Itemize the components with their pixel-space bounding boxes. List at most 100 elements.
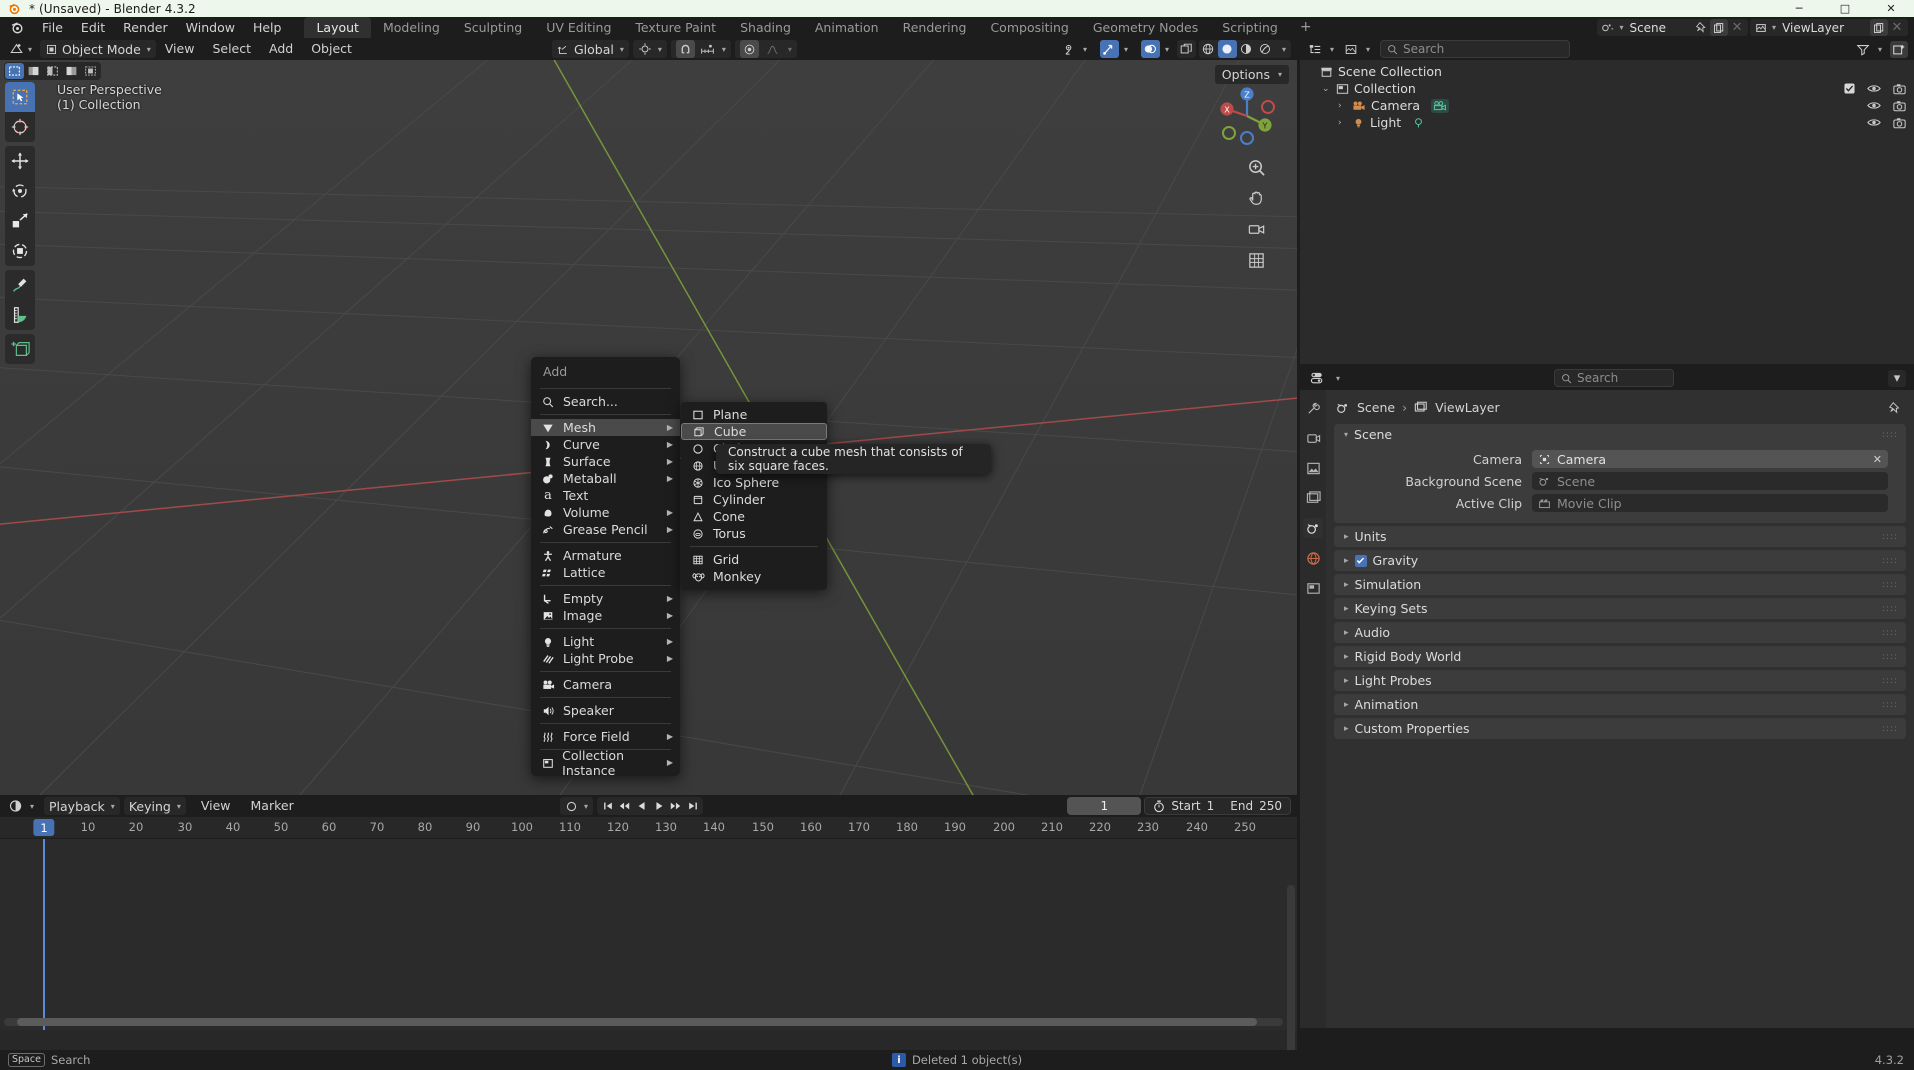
new-scene-icon[interactable] bbox=[1710, 19, 1728, 36]
add-menu-item-speaker[interactable]: Speaker bbox=[531, 702, 680, 719]
hide-in-viewport-eye-icon[interactable] bbox=[1867, 83, 1881, 94]
material-preview-shading-icon[interactable] bbox=[1237, 40, 1256, 58]
display-mode-chevron-icon[interactable]: ▾ bbox=[1366, 45, 1370, 54]
viewport-menu-object[interactable]: Object bbox=[302, 38, 361, 60]
outliner-row-collection[interactable]: ⌄ Collection bbox=[1300, 80, 1914, 97]
use-preview-range-icon[interactable] bbox=[1153, 800, 1165, 813]
add-menu-item-force-field[interactable]: Force Field ▶ bbox=[531, 728, 680, 745]
navigation-gizmo[interactable]: Z Y X bbox=[1213, 82, 1281, 150]
rigid-body-world-panel-header[interactable]: ▸ Rigid Body World :::: bbox=[1334, 646, 1906, 667]
previous-keyframe-button[interactable] bbox=[616, 797, 633, 815]
minimize-button[interactable]: ─ bbox=[1776, 0, 1822, 17]
add-menu-item-mesh[interactable]: Mesh ▶ bbox=[531, 419, 680, 436]
timeline-type-chevron-icon[interactable]: ▾ bbox=[30, 802, 34, 811]
tool-annotate[interactable] bbox=[5, 270, 35, 300]
add-menu-item-curve[interactable]: Curve ▶ bbox=[531, 436, 680, 453]
new-viewlayer-icon[interactable] bbox=[1870, 19, 1888, 36]
snap-increment-icon[interactable] bbox=[698, 40, 717, 58]
workspace-tab-uv-editing[interactable]: UV Editing bbox=[534, 17, 623, 38]
timeline-channel-area[interactable] bbox=[0, 839, 1297, 1030]
add-menu-item-lattice[interactable]: Lattice bbox=[531, 564, 680, 581]
mesh-item-plane[interactable]: Plane bbox=[681, 406, 827, 423]
scrollbar-thumb[interactable] bbox=[17, 1018, 1258, 1026]
xray-toggle-icon[interactable] bbox=[1177, 40, 1196, 58]
delete-viewlayer-icon[interactable]: ✕ bbox=[1888, 19, 1906, 36]
tab-view-layer[interactable] bbox=[1303, 488, 1323, 508]
toggle-ortho-icon[interactable] bbox=[1245, 249, 1267, 271]
delete-scene-icon[interactable]: ✕ bbox=[1728, 19, 1746, 36]
outliner-editor-type-icon[interactable] bbox=[1306, 41, 1324, 58]
breadcrumb-scene-label[interactable]: Scene bbox=[1357, 400, 1395, 415]
pivot-point-selector[interactable]: ▾ bbox=[633, 40, 667, 58]
workspace-tab-rendering[interactable]: Rendering bbox=[891, 17, 979, 38]
workspace-tab-scripting[interactable]: Scripting bbox=[1210, 17, 1290, 38]
add-menu-item-empty[interactable]: Empty ▶ bbox=[531, 590, 680, 607]
playhead-frame-label[interactable]: 1 bbox=[33, 819, 54, 836]
select-subtract-icon[interactable] bbox=[43, 63, 62, 79]
scene-browse-icon[interactable] bbox=[1599, 19, 1617, 36]
disable-in-renders-camera-icon[interactable] bbox=[1893, 100, 1906, 112]
expand-toggle[interactable]: › bbox=[1338, 118, 1347, 128]
units-panel-header[interactable]: ▸ Units :::: bbox=[1334, 526, 1906, 547]
falloff-curve-icon[interactable] bbox=[763, 40, 782, 58]
blender-app-icon[interactable] bbox=[10, 20, 25, 35]
workspace-tab-geometry-nodes[interactable]: Geometry Nodes bbox=[1081, 17, 1210, 38]
auto-keying-toggle[interactable]: ▾ bbox=[560, 797, 593, 815]
hide-in-viewport-eye-icon[interactable] bbox=[1867, 100, 1881, 111]
show-gizmo-icon[interactable] bbox=[1100, 40, 1119, 58]
add-menu-item-text[interactable]: a Text bbox=[531, 487, 680, 504]
tool-select-box[interactable] bbox=[5, 82, 35, 112]
maximize-button[interactable]: □ bbox=[1822, 0, 1868, 17]
workspace-tab-modeling[interactable]: Modeling bbox=[371, 17, 452, 38]
workspace-tab-animation[interactable]: Animation bbox=[803, 17, 891, 38]
scene-selector[interactable]: ▾ Scene ✕ bbox=[1597, 19, 1748, 36]
display-mode-icon[interactable] bbox=[1342, 41, 1360, 58]
mesh-submenu-popup[interactable]: Plane Cube Circle UV Ico Sphere bbox=[681, 402, 827, 590]
viewlayer-browse-icon[interactable] bbox=[1752, 19, 1770, 36]
tool-transform[interactable] bbox=[5, 236, 35, 266]
light-probes-panel-header[interactable]: ▸ Light Probes :::: bbox=[1334, 670, 1906, 691]
tab-scene[interactable] bbox=[1303, 518, 1323, 538]
exclude-checkbox[interactable] bbox=[1844, 83, 1855, 94]
disable-in-renders-camera-icon[interactable] bbox=[1893, 117, 1906, 129]
add-menu-item-volume[interactable]: Volume ▶ bbox=[531, 504, 680, 521]
frame-range-field[interactable]: Start 1 End 250 bbox=[1144, 797, 1291, 815]
add-menu-item-light-probe[interactable]: Light Probe ▶ bbox=[531, 650, 680, 667]
new-collection-icon[interactable] bbox=[1890, 41, 1908, 58]
tab-tool[interactable] bbox=[1303, 398, 1323, 418]
jump-to-start-button[interactable] bbox=[599, 797, 616, 815]
viewlayer-name-value[interactable]: ViewLayer bbox=[1776, 21, 1870, 35]
outliner-row-light[interactable]: › Light bbox=[1300, 114, 1914, 131]
tab-output[interactable] bbox=[1303, 458, 1323, 478]
gizmo-toggle-group[interactable]: ▾ bbox=[1095, 40, 1133, 58]
mode-selector[interactable]: Object Mode ▾ bbox=[40, 40, 156, 58]
tool-move[interactable] bbox=[5, 146, 35, 176]
proportional-editing-group[interactable]: ▾ bbox=[735, 40, 797, 58]
menu-render[interactable]: Render bbox=[114, 17, 177, 38]
next-keyframe-button[interactable] bbox=[667, 797, 684, 815]
properties-type-chevron-icon[interactable]: ▾ bbox=[1336, 374, 1340, 383]
tool-rotate[interactable] bbox=[5, 176, 35, 206]
audio-panel-header[interactable]: ▸ Audio :::: bbox=[1334, 622, 1906, 643]
add-menu-item-grease-pencil[interactable]: Grease Pencil ▶ bbox=[531, 521, 680, 538]
properties-editor-type-icon[interactable] bbox=[1308, 370, 1326, 387]
tool-cursor[interactable] bbox=[5, 112, 35, 142]
workspace-tab-texture-paint[interactable]: Texture Paint bbox=[623, 17, 728, 38]
jump-to-end-button[interactable] bbox=[684, 797, 701, 815]
menu-file[interactable]: File bbox=[33, 17, 72, 38]
tab-render[interactable] bbox=[1303, 428, 1323, 448]
expand-toggle[interactable]: › bbox=[1338, 101, 1347, 111]
background-scene-field[interactable]: Scene bbox=[1532, 472, 1888, 490]
gravity-checkbox[interactable] bbox=[1355, 555, 1367, 567]
add-menu-item-metaball[interactable]: Metaball ▶ bbox=[531, 470, 680, 487]
status-message-area[interactable]: i Deleted 1 object(s) bbox=[892, 1053, 1022, 1067]
timeline-editor[interactable]: ▾ Playback ▾ Keying ▾ View Marker ▾ bbox=[0, 795, 1297, 1050]
tab-collection[interactable] bbox=[1303, 578, 1323, 598]
editor-type-icon[interactable] bbox=[6, 41, 26, 58]
viewport-menu-select[interactable]: Select bbox=[203, 38, 260, 60]
mesh-item-cube[interactable]: Cube bbox=[681, 423, 827, 440]
playback-menu[interactable]: Playback ▾ bbox=[44, 797, 120, 815]
snapping-group[interactable]: ▾ bbox=[671, 40, 731, 58]
overlays-toggle-group[interactable]: ▾ bbox=[1136, 40, 1174, 58]
add-menu-item-light[interactable]: Light ▶ bbox=[531, 633, 680, 650]
